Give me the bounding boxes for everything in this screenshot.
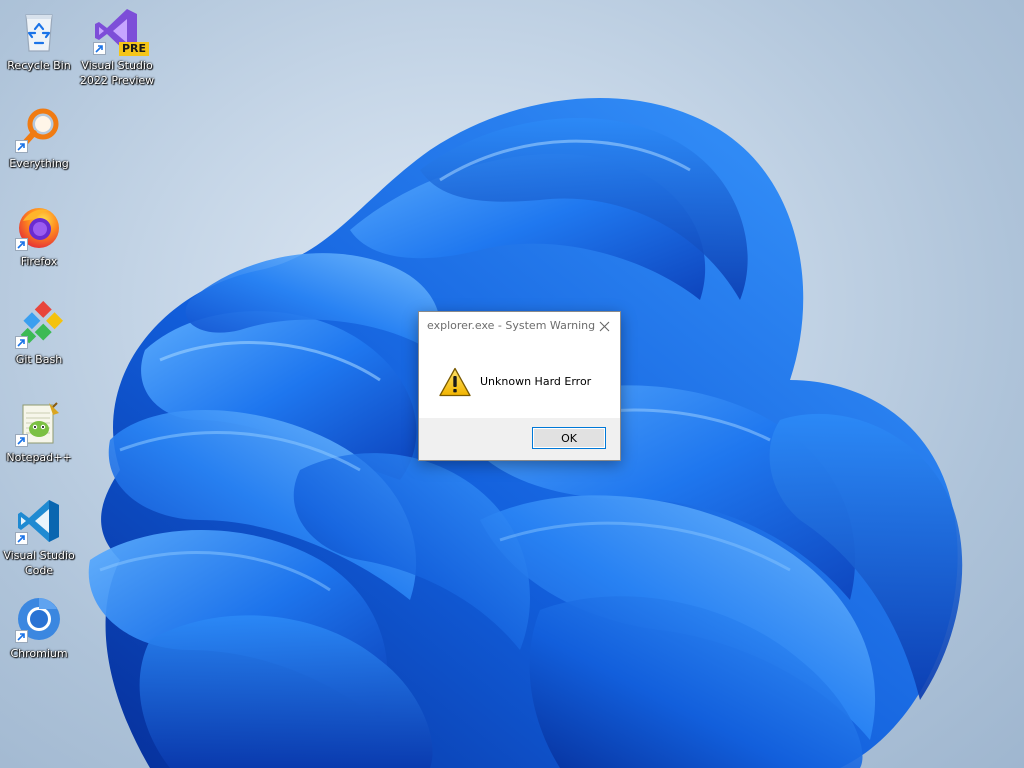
desktop-icon-git-bash[interactable]: Git Bash xyxy=(1,301,77,367)
preview-badge: PRE xyxy=(118,42,149,56)
dialog-titlebar[interactable]: explorer.exe - System Warning xyxy=(419,312,620,340)
desktop-icon-label: Notepad++ xyxy=(6,451,72,464)
desktop-icon-label: Visual Studio 2022 Preview xyxy=(79,59,155,87)
dialog-message: Unknown Hard Error xyxy=(480,375,592,388)
close-button[interactable] xyxy=(590,314,618,338)
desktop-icon-visual-studio-preview[interactable]: PRE Visual Studio 2022 Preview xyxy=(79,7,155,88)
shortcut-arrow-icon xyxy=(15,630,28,643)
desktop-icon-everything[interactable]: Everything xyxy=(1,105,77,171)
desktop-icon-vscode[interactable]: Visual Studio Code xyxy=(1,497,77,578)
git-bash-icon xyxy=(15,301,63,349)
recycle-bin-icon xyxy=(15,7,63,55)
dialog-title: explorer.exe - System Warning xyxy=(427,319,596,332)
desktop-icon-recycle-bin[interactable]: Recycle Bin xyxy=(1,7,77,73)
desktop-icon-label: Git Bash xyxy=(15,353,63,366)
system-warning-dialog: explorer.exe - System Warning Unknown Ha… xyxy=(418,311,621,461)
desktop-icon-label: Chromium xyxy=(10,647,68,660)
shortcut-arrow-icon xyxy=(15,336,28,349)
shortcut-arrow-icon xyxy=(15,238,28,251)
vscode-icon xyxy=(15,497,63,545)
firefox-icon xyxy=(15,203,63,251)
desktop-icon-chromium[interactable]: Chromium xyxy=(1,595,77,661)
desktop-icon-label: Firefox xyxy=(20,255,58,268)
everything-search-icon xyxy=(15,105,63,153)
desktop: Recycle Bin PRE Visual Studio 2022 Previ… xyxy=(0,0,1024,768)
ok-button[interactable]: OK xyxy=(532,427,606,449)
dialog-body: Unknown Hard Error xyxy=(419,340,620,420)
shortcut-arrow-icon xyxy=(15,532,28,545)
desktop-icon-label: Recycle Bin xyxy=(7,59,71,72)
visual-studio-preview-icon: PRE xyxy=(93,7,149,56)
chromium-icon xyxy=(15,595,63,643)
shortcut-arrow-icon xyxy=(15,140,28,153)
shortcut-arrow-icon xyxy=(15,434,28,447)
desktop-icon-notepad-plus-plus[interactable]: Notepad++ xyxy=(1,399,77,465)
dialog-footer: OK xyxy=(419,418,620,460)
desktop-icon-label: Everything xyxy=(9,157,69,170)
warning-icon xyxy=(439,367,471,397)
desktop-icon-label: Visual Studio Code xyxy=(3,549,75,577)
desktop-icon-firefox[interactable]: Firefox xyxy=(1,203,77,269)
close-icon xyxy=(599,321,609,331)
shortcut-arrow-icon xyxy=(93,42,106,55)
notepad-plus-plus-icon xyxy=(15,399,63,447)
